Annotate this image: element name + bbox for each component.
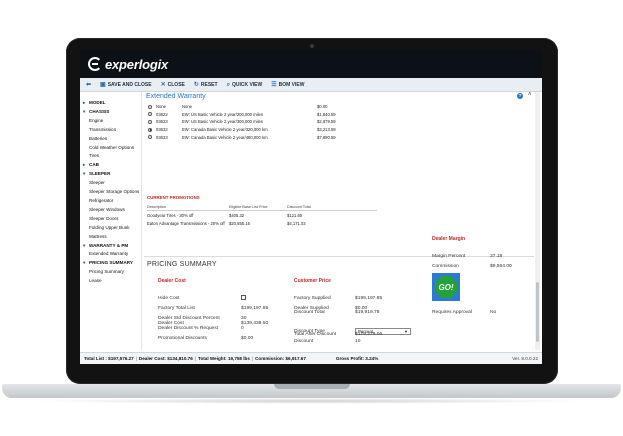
- sidebar-nav: ▸ MODEL ▾ CHASSIS Engine Transmission Batterie…: [80, 92, 142, 350]
- discount-total-label: Discount Total: [294, 310, 325, 315]
- sidebar-item-label: Mattress: [89, 233, 107, 239]
- sidebar-item-label: Sleeper Storage Options: [89, 189, 140, 195]
- sidebar-item[interactable]: Sleeper Doors: [80, 215, 141, 224]
- sidebar-item-label: MODEL: [89, 100, 106, 105]
- bom-view-label: BOM VIEW: [278, 81, 305, 88]
- save-and-close-button[interactable]: ▣ SAVE AND CLOSE: [100, 82, 152, 88]
- status-dealer-cost: Dealer Cost: $134,810.76: [138, 356, 193, 361]
- sidebar-item[interactable]: Lease: [80, 277, 141, 286]
- go-sign-icon: GO!: [435, 276, 457, 298]
- close-x-icon: ✕: [160, 81, 166, 88]
- sidebar-group[interactable]: ▾ SLEEPER: [80, 170, 141, 179]
- laptop-shadow: [30, 398, 593, 404]
- toolbar: ⬅ ▣ SAVE AND CLOSE ✕ CLOSE ↻ RESET ⌕ QUICK V…: [80, 78, 542, 92]
- sidebar-group[interactable]: ▾ PRICING SUMMARY: [80, 259, 141, 268]
- reset-label: RESET: [200, 81, 218, 88]
- vertical-scrollbar[interactable]: [535, 92, 540, 350]
- sidebar-item[interactable]: Folding Upper Bunk: [80, 224, 141, 233]
- sidebar-item[interactable]: Engine: [80, 117, 141, 126]
- status-separator: |: [194, 356, 196, 361]
- sidebar-item-label: Tires: [89, 153, 100, 159]
- sidebar-item-label: SLEEPER: [89, 171, 111, 177]
- reset-button[interactable]: ↻ RESET: [194, 82, 218, 88]
- sidebar-group[interactable]: ▾ WARRANTY & PM: [80, 242, 141, 251]
- sidebar-item-label: CHASSIS: [89, 108, 110, 114]
- sidebar-item-label: Lease: [89, 278, 102, 284]
- status-separator: |: [135, 356, 137, 361]
- total-after-discount-value: $179,278.06: [355, 332, 383, 337]
- status-version: Ver. 8.0.0.22: [512, 356, 538, 361]
- sidebar-item-label: Sleeper Windows: [89, 206, 125, 212]
- reset-icon: ↻: [193, 81, 199, 88]
- margin-percent-value: 37.18: [490, 254, 503, 259]
- status-total-weight: Total Weight: 19,758 lbs: [198, 356, 250, 361]
- bom-view-button[interactable]: ☰ BOM VIEW: [271, 82, 304, 88]
- dealer-cost-value: $139,438.50: [241, 321, 269, 326]
- search-icon: ⌕: [226, 81, 230, 88]
- sidebar-item-label: WARRANTY & PM: [89, 242, 129, 248]
- laptop-notch: [274, 384, 350, 389]
- sidebar-item[interactable]: Cold Weather Options: [80, 144, 141, 153]
- status-bar: Total List : $197,576.27 | Dealer Cost: …: [80, 352, 542, 364]
- brand-name: experlogix: [105, 56, 169, 72]
- dealer-cost-label: Dealer Cost: [158, 321, 184, 326]
- save-icon: ▣: [100, 81, 106, 88]
- go-status-badge: GO!: [432, 273, 460, 301]
- go-label: GO!: [438, 282, 454, 292]
- sidebar-item-label: Pricing Summary: [89, 269, 124, 275]
- close-button[interactable]: ✕ CLOSE: [161, 82, 185, 88]
- dealer-margin-heading: Dealer Margin: [432, 236, 466, 242]
- commission-value: $9,564.00: [490, 264, 512, 269]
- sidebar-group[interactable]: ▸ MODEL: [80, 99, 141, 108]
- pricing-lower: Dealer Cost $139,438.50 Discount Total $…: [144, 92, 534, 350]
- sidebar-item[interactable]: Sleeper Windows: [80, 206, 141, 215]
- discount-total-value: $19,919.78: [355, 310, 380, 315]
- sidebar-group[interactable]: ▸ CAB: [80, 161, 141, 170]
- back-button[interactable]: ⬅: [86, 82, 91, 88]
- sidebar-item-label: Extended Warranty: [89, 251, 129, 257]
- status-total-list: Total List : $197,576.27: [84, 356, 134, 361]
- sidebar-item[interactable]: Sleeper Storage Options: [80, 188, 141, 197]
- close-label: CLOSE: [167, 81, 185, 88]
- sidebar-item-label: CAB: [89, 162, 99, 168]
- sidebar-item-label: Sleeper Doors: [89, 215, 119, 221]
- requires-approval-value: No: [490, 310, 497, 315]
- sidebar-item-label: PRICING SUMMARY: [89, 260, 133, 266]
- sidebar-item-label: Engine: [89, 117, 104, 123]
- back-arrow-icon: ⬅: [86, 81, 92, 88]
- sidebar-item[interactable]: Batteries: [80, 135, 141, 144]
- save-and-close-label: SAVE AND CLOSE: [107, 81, 152, 88]
- requires-approval-label: Requires Approval: [432, 310, 472, 315]
- status-separator: |: [251, 356, 254, 361]
- sidebar-item-label: Sleeper: [89, 180, 105, 186]
- scrollbar-thumb[interactable]: [536, 282, 539, 342]
- sidebar-item[interactable]: Extended Warranty: [80, 250, 141, 259]
- status-commission: Commission: $6,917.67: [255, 356, 306, 361]
- brand-bar: experlogix: [80, 50, 542, 78]
- sidebar-item[interactable]: Transmission: [80, 126, 141, 135]
- bom-icon: ☰: [271, 81, 277, 88]
- app-screen: experlogix ⬅ ▣ SAVE AND CLOSE ✕ CLOSE ↻ RES…: [80, 50, 542, 364]
- sidebar-group[interactable]: ▾ CHASSIS: [80, 108, 141, 117]
- status-gross-profit: Gross Profit: 3.24%: [335, 356, 379, 361]
- sidebar-item[interactable]: Refrigerator: [80, 197, 141, 206]
- sidebar-item-label: Cold Weather Options: [89, 144, 135, 150]
- camera-icon: [310, 44, 314, 48]
- sidebar-item-label: Transmission: [89, 126, 117, 132]
- sidebar-item-label: Batteries: [89, 135, 108, 141]
- sidebar-item[interactable]: Sleeper: [80, 179, 141, 188]
- quick-view-button[interactable]: ⌕ QUICK VIEW: [227, 82, 263, 88]
- sidebar-item[interactable]: Tires: [80, 152, 141, 161]
- experlogix-logo-icon: [88, 57, 102, 71]
- sidebar-item-label: Refrigerator: [89, 197, 114, 203]
- sidebar-item-label: Folding Upper Bunk: [89, 224, 130, 230]
- commission-label: Commission: [432, 264, 459, 269]
- quick-view-label: QUICK VIEW: [231, 81, 263, 88]
- sidebar-item[interactable]: Pricing Summary: [80, 268, 141, 277]
- margin-percent-label: Margin Percent: [432, 254, 466, 259]
- total-after-discount-label: Total After Discount: [294, 332, 337, 337]
- sidebar-item[interactable]: Mattress: [80, 233, 141, 242]
